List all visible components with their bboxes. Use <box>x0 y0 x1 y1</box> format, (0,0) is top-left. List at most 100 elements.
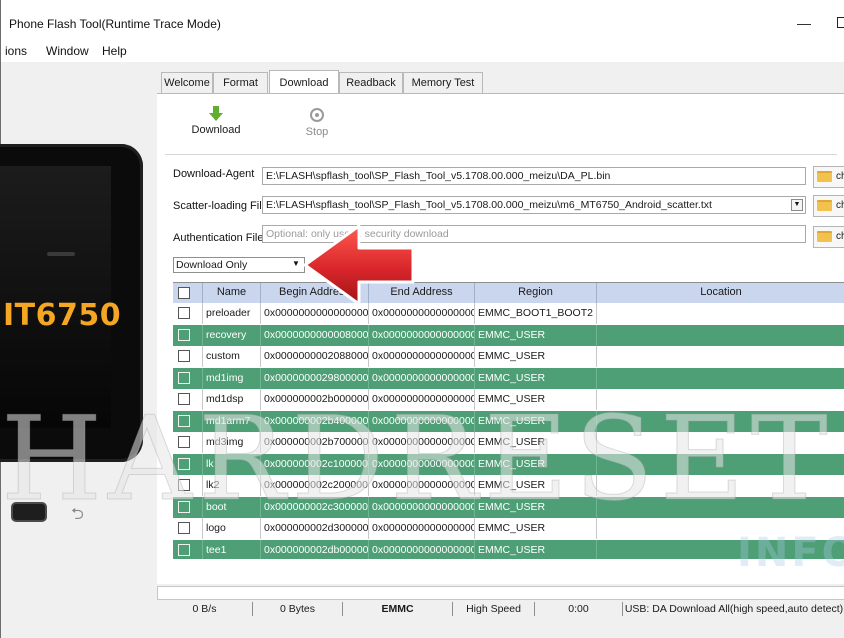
cell-name: md3img <box>203 432 261 453</box>
table-row[interactable]: md1img 0x0000000029800000 0x00000000000000… <box>173 367 844 389</box>
choose-button-label: ch <box>836 171 844 182</box>
cell-name: lk2 <box>203 475 261 496</box>
row-checkbox[interactable] <box>178 350 190 362</box>
row-checkbox-cell <box>173 324 203 346</box>
tab-readback[interactable]: Readback <box>339 72 403 94</box>
row-checkbox[interactable] <box>178 371 190 384</box>
table-row[interactable]: preloader 0x0000000000000000 0x00000000000… <box>173 303 844 324</box>
cell-end: 0x0000000000000000 <box>369 518 475 539</box>
download-button[interactable]: Download <box>191 106 241 136</box>
cell-name: lk <box>203 453 261 475</box>
cell-name: preloader <box>203 303 261 324</box>
cell-region: EMMC_USER <box>475 389 597 410</box>
tab-format[interactable]: Format <box>213 72 268 94</box>
cell-begin: 0x000000002c200000 <box>261 475 369 496</box>
cell-begin: 0x0000000002088000 <box>261 346 369 367</box>
cell-region: EMMC_USER <box>475 324 597 346</box>
cell-end: 0x0000000000000000 <box>369 475 475 496</box>
maximize-icon[interactable] <box>837 17 844 28</box>
red-arrow-icon <box>303 224 415 306</box>
cell-location <box>597 346 844 367</box>
row-checkbox-cell <box>173 432 203 453</box>
table-row[interactable]: lk2 0x000000002c200000 0x0000000000000000 E… <box>173 475 844 496</box>
cell-region: EMMC_USER <box>475 518 597 539</box>
table-row[interactable]: md3img 0x000000002b700000 0x00000000000000… <box>173 432 844 453</box>
row-checkbox[interactable] <box>178 457 190 470</box>
cell-end: 0x0000000000000000 <box>369 432 475 453</box>
row-checkbox-cell <box>173 453 203 475</box>
scatter-choose-button[interactable]: ch <box>813 195 844 217</box>
download-agent-field[interactable]: E:\FLASH\spflash_tool\SP_Flash_Tool_v5.1… <box>262 167 806 185</box>
scatter-file-combo[interactable]: E:\FLASH\spflash_tool\SP_Flash_Tool_v5.1… <box>262 196 806 214</box>
auth-file-label: Authentication File <box>173 232 264 244</box>
chevron-down-icon[interactable]: ▼ <box>791 199 803 211</box>
choose-button-label: ch <box>836 200 844 211</box>
folder-icon <box>817 231 832 242</box>
menu-help[interactable]: Help <box>102 44 127 58</box>
cell-region: EMMC_USER <box>475 453 597 475</box>
row-checkbox-cell <box>173 518 203 539</box>
download-agent-label: Download-Agent <box>173 168 255 180</box>
toolbar-divider <box>165 154 837 155</box>
header-region[interactable]: Region <box>475 283 597 303</box>
cell-name: boot <box>203 496 261 518</box>
select-all-checkbox[interactable] <box>178 287 190 299</box>
download-mode-select[interactable]: Download Only ▼ <box>173 257 305 273</box>
device-image-pane: ⮌ IT6750 <box>0 62 157 638</box>
cell-region: EMMC_USER <box>475 496 597 518</box>
row-checkbox[interactable] <box>178 328 190 341</box>
table-row[interactable]: boot 0x000000002c300000 0x0000000000000000… <box>173 496 844 518</box>
minimize-icon[interactable]: — <box>797 16 811 30</box>
table-row[interactable]: tee1 0x000000002db00000 0x0000000000000000… <box>173 539 844 559</box>
row-checkbox[interactable] <box>178 414 190 427</box>
cell-end: 0x0000000000000000 <box>369 496 475 518</box>
cell-region: EMMC_USER <box>475 346 597 367</box>
row-checkbox[interactable] <box>178 522 190 534</box>
folder-icon <box>817 200 832 211</box>
row-checkbox-cell <box>173 410 203 432</box>
cell-location <box>597 475 844 496</box>
download-button-label: Download <box>191 124 241 136</box>
row-checkbox[interactable] <box>178 436 190 448</box>
header-name[interactable]: Name <box>203 283 261 303</box>
tab-memory-test[interactable]: Memory Test <box>403 72 483 94</box>
row-checkbox[interactable] <box>178 543 190 556</box>
menu-window[interactable]: Window <box>46 44 89 58</box>
phone-speaker <box>47 252 75 256</box>
table-row[interactable]: custom 0x0000000002088000 0x00000000000000… <box>173 346 844 367</box>
table-row[interactable]: md1dsp 0x000000002b000000 0x00000000000000… <box>173 389 844 410</box>
cell-location <box>597 325 844 346</box>
cell-region: EMMC_USER <box>475 367 597 389</box>
cell-begin: 0x000000002d300000 <box>261 518 369 539</box>
cell-name: md1img <box>203 367 261 389</box>
row-checkbox[interactable] <box>178 500 190 513</box>
tab-download[interactable]: Download <box>269 70 339 94</box>
table-row[interactable]: recovery 0x0000000000008000 0x000000000000… <box>173 324 844 346</box>
cell-begin: 0x000000002c300000 <box>261 496 369 518</box>
row-checkbox-cell <box>173 475 203 496</box>
header-location[interactable]: Location <box>597 283 844 303</box>
progress-bar <box>157 586 844 600</box>
row-checkbox-cell <box>173 346 203 367</box>
row-checkbox[interactable] <box>178 393 190 405</box>
cell-location <box>597 411 844 432</box>
download-agent-choose-button[interactable]: ch <box>813 166 844 188</box>
cell-name: tee1 <box>203 539 261 559</box>
back-key-icon: ⮌ <box>71 506 84 523</box>
stop-button[interactable]: Stop <box>297 108 337 138</box>
cell-location <box>597 303 844 324</box>
menu-options[interactable]: ions <box>5 44 27 58</box>
tab-welcome[interactable]: Welcome <box>161 72 213 94</box>
row-checkbox-cell <box>173 389 203 410</box>
table-row[interactable]: md1arm7 0x000000002b400000 0x0000000000000… <box>173 410 844 432</box>
row-checkbox[interactable] <box>178 479 190 491</box>
row-checkbox[interactable] <box>178 307 190 319</box>
cell-region: EMMC_USER <box>475 432 597 453</box>
table-row[interactable]: lk 0x000000002c100000 0x0000000000000000 EM… <box>173 453 844 475</box>
cell-region: EMMC_USER <box>475 539 597 559</box>
table-row[interactable]: logo 0x000000002d300000 0x0000000000000000… <box>173 518 844 539</box>
cell-end: 0x0000000000000000 <box>369 539 475 559</box>
auth-choose-button[interactable]: ch <box>813 226 844 248</box>
main-pane: Welcome Format Download Readback Memory … <box>157 62 844 638</box>
cell-location <box>597 389 844 410</box>
